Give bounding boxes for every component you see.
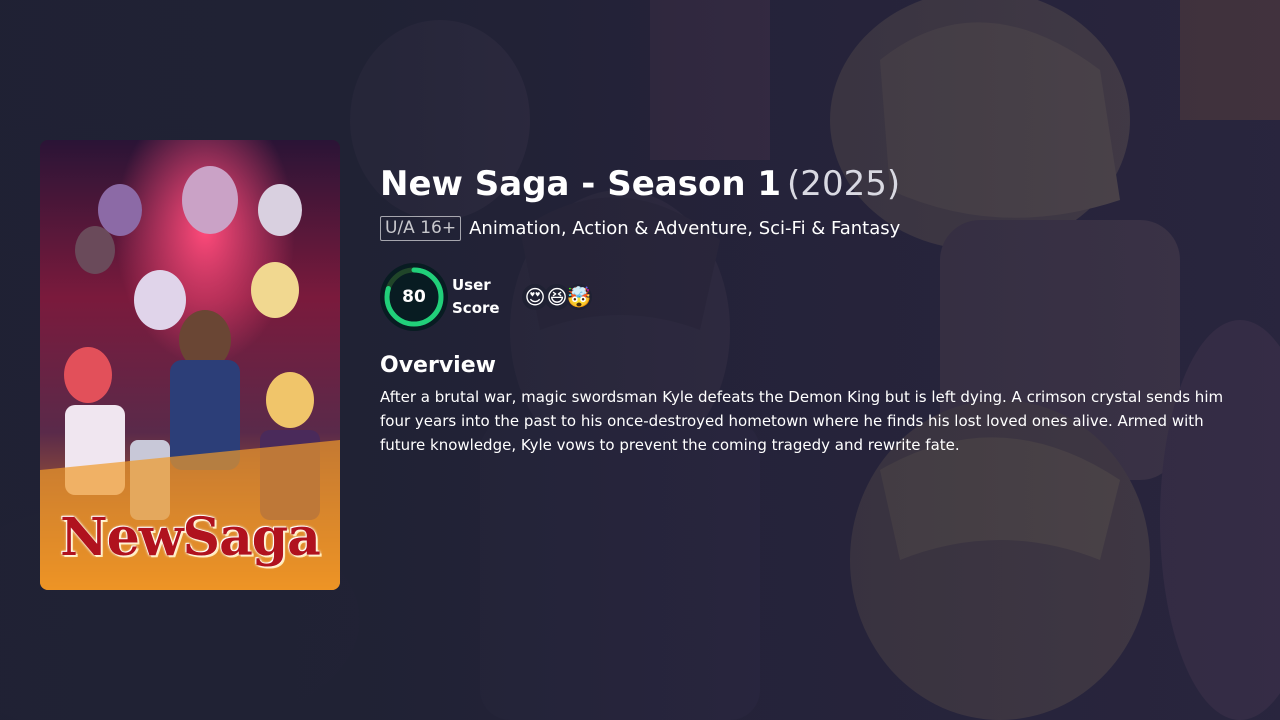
- poster-logo: NewSaga: [60, 507, 321, 568]
- user-score-label-line1: User: [452, 276, 491, 294]
- overview-heading: Overview: [380, 353, 496, 378]
- title-detail-page: NewSaga New Saga - Season 1 (2025) U/A 16…: [0, 0, 1280, 720]
- details-panel: New Saga - Season 1 (2025) U/A 16+ Animat…: [380, 160, 1240, 457]
- content-area: NewSaga New Saga - Season 1 (2025) U/A 16…: [40, 140, 1240, 590]
- user-score-value: 80: [402, 287, 426, 307]
- user-score-label-line2: Score: [452, 299, 500, 317]
- overview-text: After a brutal war, magic swordsman Kyle…: [380, 388, 1224, 454]
- user-score-label: User Score: [452, 274, 508, 320]
- facts-row: U/A 16+ Animation, Action & Adventure, S…: [380, 216, 1240, 241]
- release-year: (2025): [787, 164, 901, 204]
- page-title: New Saga - Season 1 (2025): [380, 160, 1240, 208]
- poster-image[interactable]: NewSaga: [40, 140, 340, 590]
- user-score-chart[interactable]: 80: [380, 263, 448, 331]
- score-row: 80 User Score 😍 😆 🤯: [380, 263, 1240, 331]
- genres-list[interactable]: Animation, Action & Adventure, Sci-Fi & …: [469, 218, 900, 239]
- reaction-emoji-icon[interactable]: 🤯: [566, 284, 592, 310]
- title-name[interactable]: New Saga - Season 1: [380, 164, 781, 204]
- reaction-emojis[interactable]: 😍 😆 🤯: [522, 284, 592, 310]
- certification-badge: U/A 16+: [380, 216, 462, 241]
